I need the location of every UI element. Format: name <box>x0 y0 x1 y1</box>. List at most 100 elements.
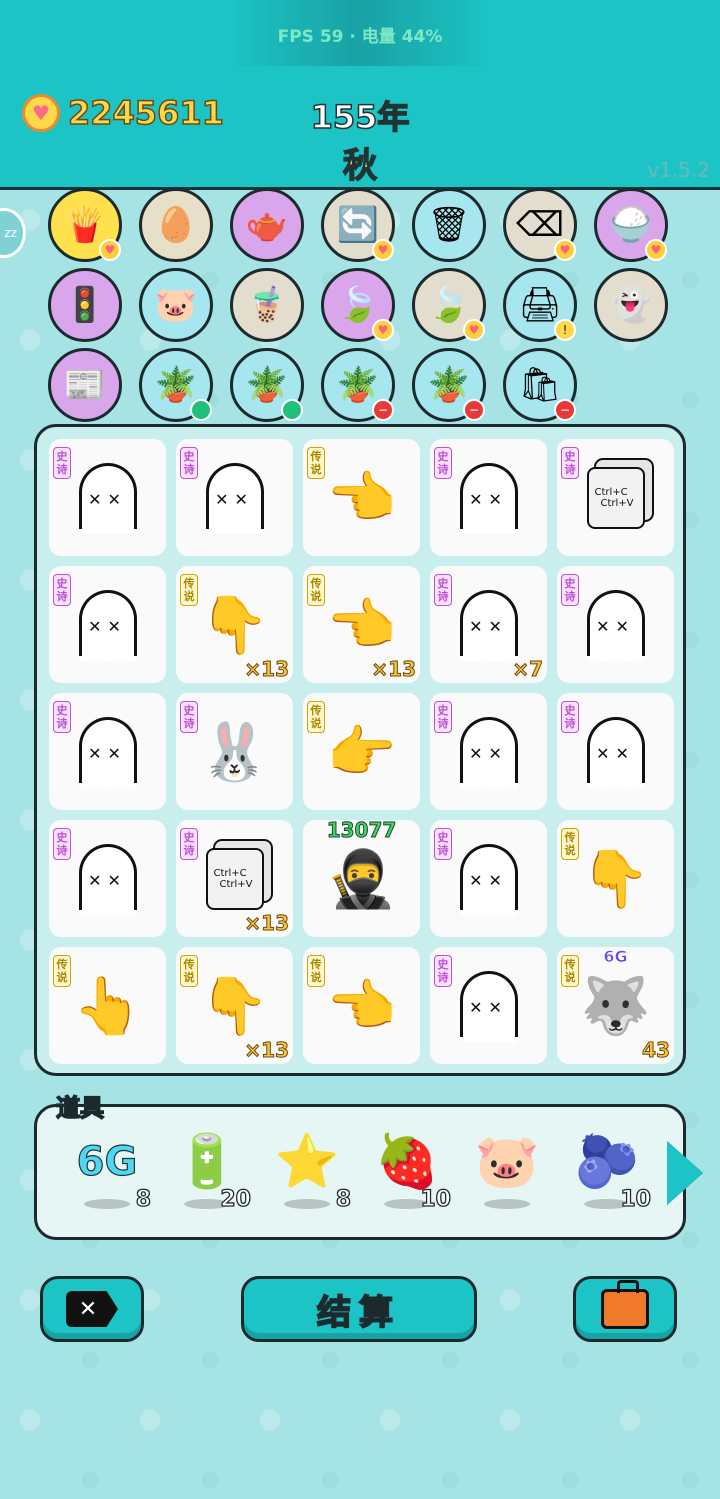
ghost-icon: ✕✕ <box>459 462 518 539</box>
board-cell[interactable]: ✕✕ 史诗 <box>430 439 547 556</box>
epic-rarity-tag: 史诗 <box>53 701 71 733</box>
piggy-bank-prop[interactable]: 🐷 <box>467 1127 547 1227</box>
hand-point-down-icon: 👇 <box>580 846 651 912</box>
fries-icon[interactable]: 🍟 ♥ <box>48 188 122 262</box>
board-cell[interactable]: 👈 传说 ×13 <box>303 566 420 683</box>
hand-point-down-left-icon: 👈 <box>326 465 397 531</box>
board-cell[interactable]: 👈 传说 <box>303 439 420 556</box>
hand-point-down-left-icon: 👇 <box>199 592 270 658</box>
board-cell[interactable]: ✕✕ 史诗 <box>430 947 547 1064</box>
copy-paste-icon: Ctrl+C Ctrl+V <box>205 847 264 910</box>
potted-flower-icon[interactable]: 🪴 <box>139 348 213 422</box>
legend-rarity-tag: 传说 <box>307 574 325 606</box>
husky-king-icon: 🐺 <box>580 973 651 1039</box>
board-cell[interactable]: ✕✕ 史诗 <box>49 693 166 810</box>
epic-rarity-tag: 史诗 <box>561 447 579 479</box>
ghost-icon: ✕✕ <box>586 716 645 793</box>
stack-count: 43 <box>642 1038 671 1063</box>
ghost-icon: ✕✕ <box>459 970 518 1047</box>
board-cell[interactable]: Ctrl+C Ctrl+V 史诗 ×13 <box>176 820 293 937</box>
potted-flower-icon[interactable]: 🪴 <box>230 348 304 422</box>
6g-prop[interactable]: 6G 8 <box>67 1127 152 1227</box>
board-cell[interactable]: 🐺 传说 43 6G <box>557 947 674 1064</box>
ghost-wink-icon[interactable]: 👻 <box>594 268 668 342</box>
heart-badge-icon: ♥ <box>645 239 667 261</box>
board-cell[interactable]: 👇 传说 <box>557 820 674 937</box>
green-badge-icon <box>281 399 303 421</box>
item-row-2: 🚦 🐷 🧋 🍃 ♥ 🍃 ♥ 🖨! 👻 <box>48 268 688 342</box>
board-cell[interactable]: 👈 传说 <box>303 947 420 1064</box>
epic-rarity-tag: 史诗 <box>53 574 71 606</box>
board-cell[interactable]: Ctrl+C Ctrl+V 史诗 <box>557 439 674 556</box>
board-cell[interactable]: ✕✕ 史诗 <box>557 693 674 810</box>
prop-quantity: 8 <box>135 1186 152 1212</box>
legend-rarity-tag: 传说 <box>307 701 325 733</box>
board-cell[interactable]: 🥷 13077 <box>303 818 420 937</box>
epic-rarity-tag: 史诗 <box>180 701 198 733</box>
bayberry-prop[interactable]: 🍓 10 <box>367 1127 452 1227</box>
gravy-boat-icon[interactable]: 🫖 <box>230 188 304 262</box>
warn-badge-icon: ! <box>554 319 576 341</box>
piggy-bank-icon[interactable]: 🐷 <box>139 268 213 342</box>
inventory-button[interactable] <box>573 1276 677 1342</box>
settle-button[interactable]: 结算 <box>241 1276 477 1342</box>
props-next-arrow[interactable] <box>667 1141 703 1205</box>
epic-rarity-tag: 史诗 <box>53 828 71 860</box>
prop-quantity: 8 <box>335 1186 352 1212</box>
board-cell[interactable]: ✕✕ 史诗 <box>430 820 547 937</box>
props-title: 道具 <box>55 1093 105 1123</box>
battery-prop[interactable]: 🔋 20 <box>167 1127 252 1227</box>
printer-icon[interactable]: 🖨! <box>503 268 577 342</box>
legend-rarity-tag: 传说 <box>180 955 198 987</box>
star-prop[interactable]: ⭐ 8 <box>267 1127 352 1227</box>
board-cell[interactable]: ✕✕ 史诗 <box>49 439 166 556</box>
delete-key-icon[interactable]: ⌫ ♥ <box>503 188 577 262</box>
hand-point-down-right-icon: 👉 <box>326 719 397 785</box>
board-cell[interactable]: ✕✕ 史诗 <box>430 693 547 810</box>
legend-rarity-tag: 传说 <box>561 828 579 860</box>
board-cell[interactable]: 👇 传说 ×13 <box>176 566 293 683</box>
prop-quantity: 10 <box>420 1186 452 1212</box>
husky-label: 6G <box>603 947 628 967</box>
ghost-icon: ✕✕ <box>78 589 137 666</box>
potted-flower-icon[interactable]: 🪴 − <box>321 348 395 422</box>
ghost-icon: ✕✕ <box>459 716 518 793</box>
prop-quantity: 20 <box>220 1186 252 1212</box>
board-cell[interactable]: 👇 传说 ×13 <box>176 947 293 1064</box>
heart-badge-icon: ♥ <box>99 239 121 261</box>
board-cell[interactable]: ✕✕ 史诗 <box>49 820 166 937</box>
board-cell[interactable]: ✕✕ 史诗 <box>557 566 674 683</box>
board-cell[interactable]: 🐰 史诗 <box>176 693 293 810</box>
stack-count: ×13 <box>371 657 417 682</box>
egg-tray-icon[interactable]: 🥚 <box>139 188 213 262</box>
epic-rarity-tag: 史诗 <box>561 574 579 606</box>
legend-rarity-tag: 传说 <box>180 574 198 606</box>
refresh-icon[interactable]: 🔄 ♥ <box>321 188 395 262</box>
blueberry-prop[interactable]: 🫐 10 <box>567 1127 652 1227</box>
rice-bowl-icon[interactable]: 🍚 ♥ <box>594 188 668 262</box>
board-cell[interactable]: 👉 传说 <box>303 693 420 810</box>
board-cell[interactable]: ✕✕ 史诗 <box>176 439 293 556</box>
legend-rarity-tag: 传说 <box>307 955 325 987</box>
copy-paste-icon: Ctrl+C Ctrl+V <box>586 466 645 529</box>
leaf-icon[interactable]: 🍃 ♥ <box>412 268 486 342</box>
stack-count: ×13 <box>244 657 290 682</box>
board-cell[interactable]: 👆 传说 <box>49 947 166 1064</box>
legend-rarity-tag: 传说 <box>53 955 71 987</box>
item-collection: 🍟 ♥ 🥚 🫖 🔄 ♥ 🗑 ⌫ ♥ 🍚 ♥ 🚦 🐷 🧋 🍃 ♥ 🍃 ♥ 🖨! 👻 📰 🪴 🪴 🪴 − 🪴 − 🛍 − <box>48 188 688 428</box>
thief-icon: 🥷 <box>326 846 397 912</box>
header: FPS 59 · 电量 44% ♥ 2245611 155年 秋 v1.5.2 <box>0 0 720 190</box>
board-cell[interactable]: ✕✕ 史诗 ×7 <box>430 566 547 683</box>
traffic-light-icon[interactable]: 🚦 <box>48 268 122 342</box>
remove-button[interactable]: ✕ <box>40 1276 144 1342</box>
trash-bag-icon[interactable]: 🗑 <box>412 188 486 262</box>
epic-rarity-tag: 史诗 <box>434 574 452 606</box>
leaf-icon[interactable]: 🍃 ♥ <box>321 268 395 342</box>
potted-flower-icon[interactable]: 🪴 − <box>412 348 486 422</box>
board-cell[interactable]: ✕✕ 史诗 <box>49 566 166 683</box>
trash-bag-icon[interactable]: 🛍 − <box>503 348 577 422</box>
bubble-tea-icon[interactable]: 🧋 <box>230 268 304 342</box>
hand-point-left-icon: 👈 <box>326 973 397 1039</box>
red-badge-icon: − <box>554 399 576 421</box>
time-magazine-icon[interactable]: 📰 <box>48 348 122 422</box>
